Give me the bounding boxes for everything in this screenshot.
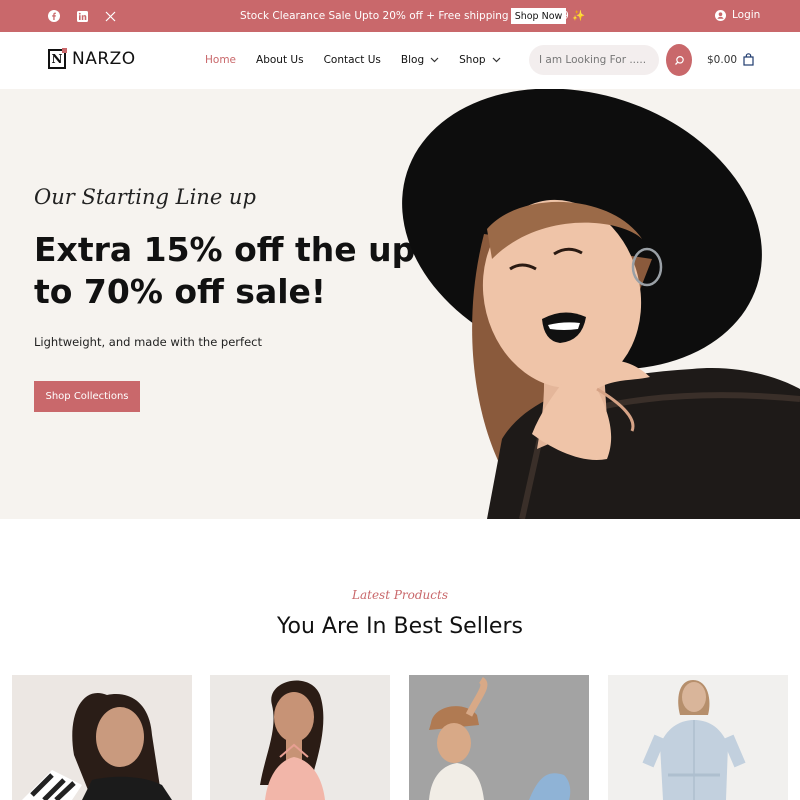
nav-item-blog[interactable]: Blog: [401, 54, 439, 66]
login-link[interactable]: Login: [715, 9, 760, 21]
site-logo[interactable]: N NARZO: [48, 48, 136, 69]
hero-headline: Extra 15% off the up to 70% off sale!: [34, 230, 416, 312]
nav-item-shop[interactable]: Shop: [459, 54, 500, 66]
chevron-down-icon: [430, 57, 439, 63]
hero-script-line: Our Starting Line up: [34, 185, 256, 209]
logo-text: NARZO: [72, 49, 136, 69]
product-card[interactable]: [608, 675, 788, 800]
top-announcement-bar: Stock Clearance Sale Upto 20% off + Free…: [0, 0, 800, 32]
section-title: You Are In Best Sellers: [277, 614, 523, 639]
product-image: [409, 675, 589, 800]
shop-now-button[interactable]: Shop Now: [511, 8, 566, 24]
shop-collections-button[interactable]: Shop Collections: [34, 381, 140, 412]
search-input[interactable]: I am Looking For .....: [529, 45, 659, 75]
main-nav: Home About Us Contact Us Blog Shop: [205, 54, 521, 66]
x-icon[interactable]: [102, 8, 118, 24]
cart-link[interactable]: $0.00: [707, 53, 754, 66]
logo-mark: N: [48, 48, 67, 69]
shopping-bag-icon: [743, 53, 754, 66]
user-icon: [715, 9, 726, 21]
product-image: [608, 675, 788, 800]
linkedin-icon[interactable]: [74, 8, 90, 24]
product-image: [12, 675, 192, 800]
product-card[interactable]: [12, 675, 192, 800]
product-card[interactable]: [409, 675, 589, 800]
nav-item-contact-us[interactable]: Contact Us: [324, 54, 381, 66]
facebook-icon[interactable]: [46, 8, 62, 24]
hero-model-image: [402, 89, 800, 519]
product-card[interactable]: [210, 675, 390, 800]
search-button[interactable]: [666, 44, 692, 76]
nav-item-about-us[interactable]: About Us: [256, 54, 304, 66]
hero-banner: Our Starting Line up Extra 15% off the u…: [0, 89, 800, 519]
product-image: [210, 675, 390, 800]
cart-total: $0.00: [707, 53, 738, 66]
hero-subtext: Lightweight, and made with the perfect: [34, 335, 262, 349]
nav-item-home[interactable]: Home: [205, 54, 236, 66]
chevron-down-icon: [492, 57, 500, 63]
search-icon: [674, 55, 684, 65]
site-header: N NARZO Home About Us Contact Us Blog Sh…: [0, 32, 800, 89]
login-label: Login: [732, 9, 761, 21]
section-subtitle: Latest Products: [352, 588, 448, 602]
social-links: [46, 8, 118, 24]
